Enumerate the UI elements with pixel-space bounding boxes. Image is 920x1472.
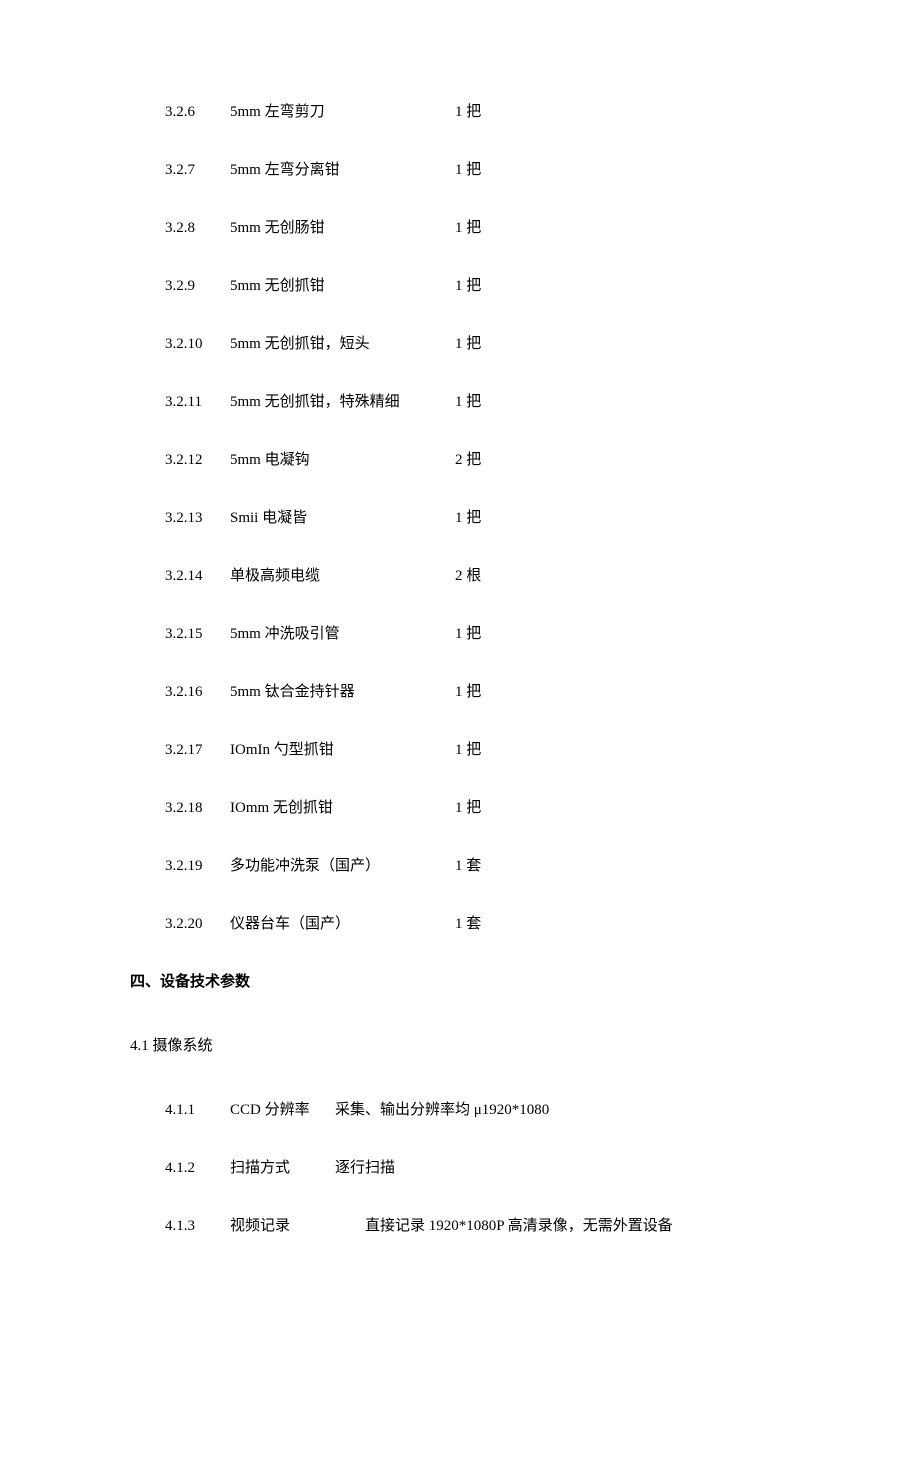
- item-description: 5mm 左弯剪刀: [230, 100, 455, 124]
- item-number: 3.2.16: [165, 680, 230, 704]
- section-4-heading: 四、设备技术参数: [130, 970, 790, 994]
- item-description: 5mm 无创肠钳: [230, 216, 455, 240]
- item-quantity: 1 把: [455, 680, 481, 704]
- spec-label: CCD 分辨率: [230, 1098, 335, 1122]
- item-number: 3.2.14: [165, 564, 230, 588]
- spec-row: 4.1.2扫描方式逐行扫描: [165, 1156, 790, 1180]
- spec-number: 4.1.3: [165, 1214, 230, 1238]
- section-4-1-heading: 4.1 摄像系统: [130, 1034, 790, 1058]
- item-number: 3.2.19: [165, 854, 230, 878]
- item-row: 3.2.17IOmIn 勺型抓钳1 把: [165, 738, 790, 762]
- item-description: 5mm 无创抓钳: [230, 274, 455, 298]
- item-description: 5mm 冲洗吸引管: [230, 622, 455, 646]
- spec-number: 4.1.1: [165, 1098, 230, 1122]
- item-quantity: 1 把: [455, 390, 481, 414]
- spec-label: 视频记录: [230, 1214, 335, 1238]
- spec-row: 4.1.3视频记录 直接记录 1920*1080P 高清录像，无需外置设备: [165, 1214, 790, 1238]
- item-number: 3.2.8: [165, 216, 230, 240]
- item-row: 3.2.85mm 无创肠钳1 把: [165, 216, 790, 240]
- spec-value: 逐行扫描: [335, 1156, 395, 1180]
- item-row: 3.2.95mm 无创抓钳1 把: [165, 274, 790, 298]
- item-quantity: 1 把: [455, 622, 481, 646]
- item-number: 3.2.17: [165, 738, 230, 762]
- item-quantity: 1 把: [455, 796, 481, 820]
- item-row: 3.2.115mm 无创抓钳，特殊精细1 把: [165, 390, 790, 414]
- item-quantity: 1 把: [455, 332, 481, 356]
- item-number: 3.2.11: [165, 390, 230, 414]
- item-quantity: 1 把: [455, 100, 481, 124]
- item-number: 3.2.18: [165, 796, 230, 820]
- item-quantity: 1 把: [455, 158, 481, 182]
- item-quantity: 1 把: [455, 506, 481, 530]
- item-number: 3.2.15: [165, 622, 230, 646]
- item-description: 多功能冲洗泵（国产）: [230, 854, 455, 878]
- item-row: 3.2.155mm 冲洗吸引管1 把: [165, 622, 790, 646]
- item-row: 3.2.65mm 左弯剪刀1 把: [165, 100, 790, 124]
- item-description: IOmm 无创抓钳: [230, 796, 455, 820]
- item-row: 3.2.19多功能冲洗泵（国产）1 套: [165, 854, 790, 878]
- spec-value: 采集、输出分辨率均 μ1920*1080: [335, 1098, 549, 1122]
- item-number: 3.2.20: [165, 912, 230, 936]
- item-number: 3.2.12: [165, 448, 230, 472]
- item-quantity: 1 套: [455, 912, 481, 936]
- item-number: 3.2.6: [165, 100, 230, 124]
- item-row: 3.2.13Smii 电凝皆1 把: [165, 506, 790, 530]
- item-quantity: 1 把: [455, 274, 481, 298]
- item-number: 3.2.7: [165, 158, 230, 182]
- item-quantity: 2 把: [455, 448, 481, 472]
- item-row: 3.2.125mm 电凝钩2 把: [165, 448, 790, 472]
- item-number: 3.2.10: [165, 332, 230, 356]
- item-row: 3.2.14单极高频电缆2 根: [165, 564, 790, 588]
- item-number: 3.2.9: [165, 274, 230, 298]
- item-quantity: 2 根: [455, 564, 481, 588]
- item-number: 3.2.13: [165, 506, 230, 530]
- item-description: 5mm 电凝钩: [230, 448, 455, 472]
- item-description: Smii 电凝皆: [230, 506, 455, 530]
- item-description: IOmIn 勺型抓钳: [230, 738, 455, 762]
- item-row: 3.2.105mm 无创抓钳，短头1 把: [165, 332, 790, 356]
- spec-number: 4.1.2: [165, 1156, 230, 1180]
- item-quantity: 1 套: [455, 854, 481, 878]
- item-description: 仪器台车（国产）: [230, 912, 455, 936]
- item-description: 5mm 左弯分离钳: [230, 158, 455, 182]
- item-description: 单极高频电缆: [230, 564, 455, 588]
- item-row: 3.2.165mm 钛合金持针器1 把: [165, 680, 790, 704]
- item-quantity: 1 把: [455, 738, 481, 762]
- item-row: 3.2.20仪器台车（国产）1 套: [165, 912, 790, 936]
- item-description: 5mm 钛合金持针器: [230, 680, 455, 704]
- item-quantity: 1 把: [455, 216, 481, 240]
- spec-row: 4.1.1CCD 分辨率采集、输出分辨率均 μ1920*1080: [165, 1098, 790, 1122]
- spec-label: 扫描方式: [230, 1156, 335, 1180]
- item-row: 3.2.75mm 左弯分离钳1 把: [165, 158, 790, 182]
- item-description: 5mm 无创抓钳，特殊精细: [230, 390, 455, 414]
- spec-value: 直接记录 1920*1080P 高清录像，无需外置设备: [365, 1214, 673, 1238]
- item-description: 5mm 无创抓钳，短头: [230, 332, 455, 356]
- item-row: 3.2.18IOmm 无创抓钳1 把: [165, 796, 790, 820]
